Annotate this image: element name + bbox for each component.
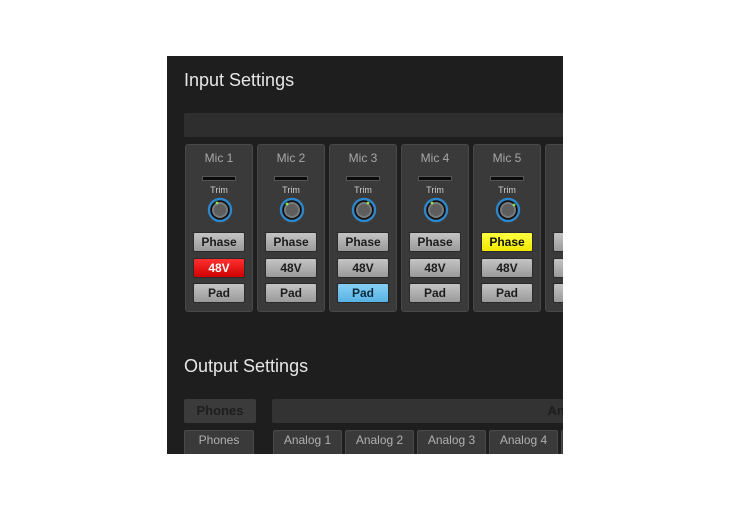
phantom-48v-button[interactable]	[553, 258, 563, 278]
trim-knob-icon[interactable]	[207, 197, 233, 223]
phantom-48v-button[interactable]: 48V	[193, 258, 245, 278]
level-meter	[274, 176, 308, 181]
output-tab-partial[interactable]	[561, 430, 563, 454]
input-group-bar	[184, 113, 563, 137]
trim-label: Trim	[354, 185, 372, 195]
trim-label: Trim	[498, 185, 516, 195]
trim-label: Trim	[282, 185, 300, 195]
pad-button[interactable]	[553, 283, 563, 303]
input-settings-title: Input Settings	[184, 70, 295, 90]
channel-strip-mic-1: Mic 1 Trim Phase 48V Pad	[185, 144, 253, 312]
output-tab-phones[interactable]: Phones	[184, 430, 254, 454]
trim-knob-icon[interactable]	[423, 197, 449, 223]
level-meter	[346, 176, 380, 181]
trim-label: Trim	[210, 185, 228, 195]
trim-label: Trim	[426, 185, 444, 195]
analog-group-header: Ana	[272, 399, 563, 423]
phones-group-header: Phones	[184, 399, 256, 423]
pad-button[interactable]: Pad	[265, 283, 317, 303]
output-tab-analog-4[interactable]: Analog 4	[489, 430, 558, 454]
phantom-48v-button[interactable]: 48V	[409, 258, 461, 278]
channel-name: Mic 5	[492, 151, 522, 165]
channel-name: Mic 1	[204, 151, 234, 165]
analog-group-label: Ana	[547, 403, 563, 418]
output-tab-analog-2[interactable]: Analog 2	[345, 430, 414, 454]
mixer-panel: Input Settings Mic 1 Trim Phase 48V Pad …	[167, 56, 563, 454]
pad-button[interactable]: Pad	[193, 283, 245, 303]
trim-knob-icon[interactable]	[495, 197, 521, 223]
phase-button[interactable]	[553, 232, 563, 252]
channel-strip-mic-5: Mic 5 Trim Phase 48V Pad	[473, 144, 541, 312]
pad-button[interactable]: Pad	[481, 283, 533, 303]
level-meter	[202, 176, 236, 181]
channel-strip-mic-2: Mic 2 Trim Phase 48V Pad	[257, 144, 325, 312]
phase-button[interactable]: Phase	[409, 232, 461, 252]
channel-strip-partial	[545, 144, 563, 312]
trim-knob-icon[interactable]	[351, 197, 377, 223]
phase-button[interactable]: Phase	[481, 232, 533, 252]
pad-button[interactable]: Pad	[409, 283, 461, 303]
phase-button[interactable]: Phase	[193, 232, 245, 252]
channel-name: Mic 3	[348, 151, 378, 165]
channel-name: Mic 2	[276, 151, 306, 165]
phase-button[interactable]: Phase	[265, 232, 317, 252]
phantom-48v-button[interactable]: 48V	[265, 258, 317, 278]
level-meter	[490, 176, 524, 181]
output-settings-title: Output Settings	[184, 356, 309, 376]
output-tab-analog-1[interactable]: Analog 1	[273, 430, 342, 454]
phantom-48v-button[interactable]: 48V	[337, 258, 389, 278]
level-meter	[418, 176, 452, 181]
phase-button[interactable]: Phase	[337, 232, 389, 252]
trim-knob-icon[interactable]	[279, 197, 305, 223]
pad-button[interactable]: Pad	[337, 283, 389, 303]
channel-name: Mic 4	[420, 151, 450, 165]
channel-strip-mic-3: Mic 3 Trim Phase 48V Pad	[329, 144, 397, 312]
phantom-48v-button[interactable]: 48V	[481, 258, 533, 278]
output-tab-analog-3[interactable]: Analog 3	[417, 430, 486, 454]
channel-strip-mic-4: Mic 4 Trim Phase 48V Pad	[401, 144, 469, 312]
